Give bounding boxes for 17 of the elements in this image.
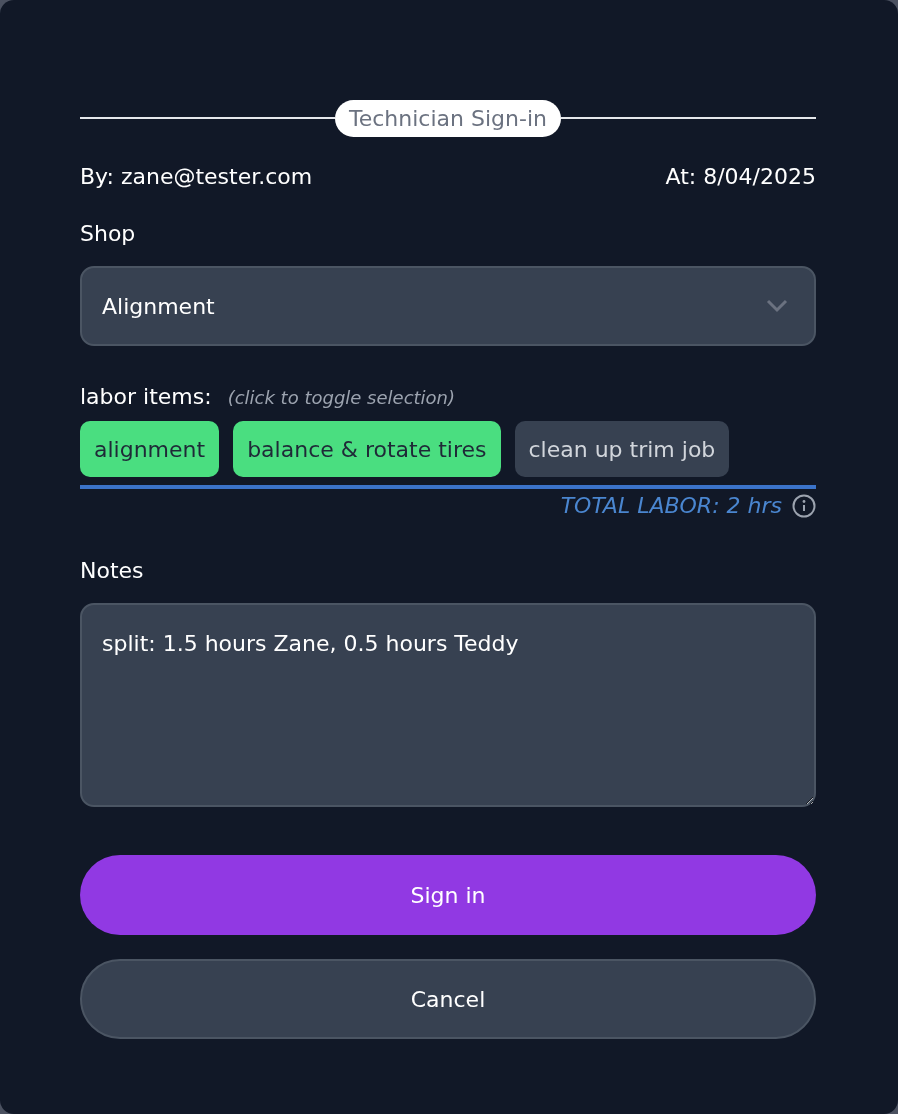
shop-label: Shop <box>80 221 136 246</box>
cancel-button[interactable]: Cancel <box>80 959 816 1039</box>
shop-dropdown[interactable]: Alignment <box>80 266 816 346</box>
total-labor-text: TOTAL LABOR: 2 hrs <box>560 493 782 518</box>
notes-field[interactable]: split: 1.5 hours Zane, 0.5 hours Teddy <box>80 603 816 807</box>
chevron-down-icon <box>766 299 788 313</box>
labor-item-chip[interactable]: alignment <box>80 421 220 477</box>
notes-label: Notes <box>80 558 144 583</box>
labor-item-chip[interactable]: clean up trim job <box>514 421 730 477</box>
date-text: At: 8/04/2025 <box>665 164 816 189</box>
hint-text: (click to toggle selection) <box>227 387 456 408</box>
info-icon[interactable] <box>792 493 816 518</box>
dialog-title: Technician Sign-in <box>335 99 561 137</box>
sign-in-button[interactable]: Sign in <box>80 855 816 935</box>
labor-item-chip[interactable]: balance & rotate tires <box>233 421 501 477</box>
labor-items-label: labor items: <box>80 384 212 409</box>
signed-by-text: By: zane@tester.com <box>80 164 313 189</box>
